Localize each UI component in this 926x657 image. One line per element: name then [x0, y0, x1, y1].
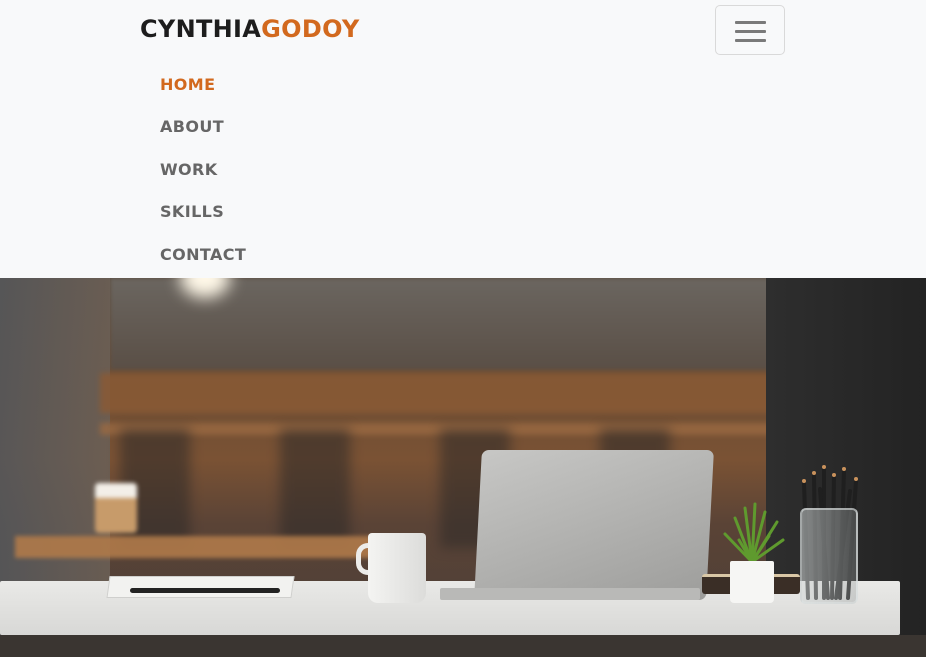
navbar-toggler-button[interactable]	[715, 5, 785, 55]
nav-link-skills[interactable]: SKILLS	[160, 202, 224, 221]
nav-link-contact[interactable]: CONTACT	[160, 245, 246, 264]
hero-laptop	[474, 450, 714, 600]
hamburger-menu-icon	[735, 21, 766, 24]
hero-image	[0, 278, 926, 657]
brand-logo[interactable]: CYNTHIAGODOY	[140, 15, 360, 43]
hamburger-menu-icon-bar	[735, 30, 766, 33]
nav-link-about[interactable]: ABOUT	[160, 117, 224, 136]
hamburger-menu-icon-bar	[735, 39, 766, 42]
hero-plant	[723, 502, 785, 564]
hero-laptop-base	[440, 588, 700, 600]
hero-documents	[106, 576, 295, 598]
brand-name-first: CYNTHIA	[140, 15, 262, 43]
navbar: CYNTHIAGODOY HOME ABOUT WORK SKILLS CONT…	[0, 0, 926, 278]
hero-background-cup	[95, 483, 137, 533]
hero-mug	[368, 533, 426, 603]
nav-item-home: HOME	[160, 63, 246, 106]
nav-item-contact: CONTACT	[160, 233, 246, 276]
hero-glass-jar	[800, 508, 858, 604]
hero-desk-shadow	[0, 635, 926, 657]
hero-background-table	[15, 536, 375, 558]
hero-background-shelf	[100, 373, 780, 413]
brand-name-last: GODOY	[261, 15, 360, 43]
nav-menu: HOME ABOUT WORK SKILLS CONTACT	[160, 63, 246, 276]
nav-item-skills: SKILLS	[160, 191, 246, 234]
hero-pen	[130, 588, 280, 593]
hero-plant-pot	[730, 561, 774, 603]
nav-item-about: ABOUT	[160, 106, 246, 149]
nav-link-home[interactable]: HOME	[160, 75, 215, 94]
nav-item-work: WORK	[160, 148, 246, 191]
nav-link-work[interactable]: WORK	[160, 160, 218, 179]
